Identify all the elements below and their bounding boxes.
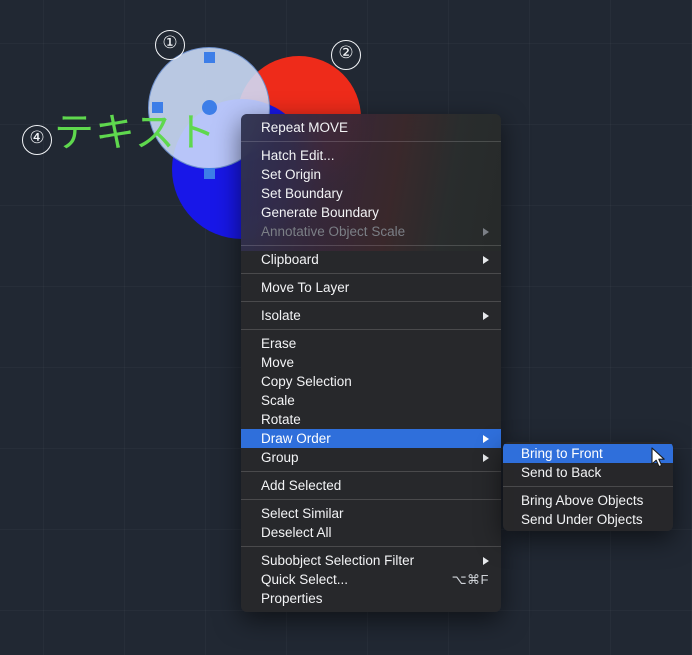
context-menu-separator <box>241 245 501 246</box>
chevron-right-icon <box>483 453 489 462</box>
context-menu-item-draw-order[interactable]: Draw Order <box>241 429 501 448</box>
context-menu-separator <box>241 546 501 547</box>
context-menu-separator <box>241 301 501 302</box>
draw-order-item-send-under-objects[interactable]: Send Under Objects <box>503 510 673 529</box>
context-menu-item-deselect-all[interactable]: Deselect All <box>241 523 501 542</box>
context-menu-separator <box>241 273 501 274</box>
context-menu-item-shortcut: ⌥⌘F <box>451 572 489 587</box>
context-menu-item-clipboard[interactable]: Clipboard <box>241 250 501 269</box>
context-menu-item-label: Isolate <box>261 308 301 323</box>
context-menu-separator <box>241 471 501 472</box>
draw-order-item-send-to-back[interactable]: Send to Back <box>503 463 673 482</box>
context-menu-item-move[interactable]: Move <box>241 353 501 372</box>
context-menu-separator <box>241 329 501 330</box>
context-menu-item-rotate[interactable]: Rotate <box>241 410 501 429</box>
app-canvas-screen: テキスト ① ② ④ Repeat MOVE Hatch Edit... Set O… <box>0 0 692 655</box>
chevron-right-icon <box>483 311 489 320</box>
context-menu-item-label: Erase <box>261 336 297 351</box>
context-menu-item-hatch-edit[interactable]: Hatch Edit... <box>241 146 501 165</box>
context-menu-separator <box>241 499 501 500</box>
grip-center[interactable] <box>202 100 217 115</box>
draw-order-submenu-items: Bring to Front Send to Back Bring Above Ob… <box>503 444 673 529</box>
draw-order-item-label: Bring to Front <box>521 446 603 461</box>
context-menu-item-label: Subobject Selection Filter <box>261 553 415 568</box>
context-menu-item-label: Add Selected <box>261 478 342 493</box>
context-menu-item-label: Set Origin <box>261 167 322 182</box>
context-menu-items: Repeat MOVE Hatch Edit... Set Origin Set Bo… <box>241 114 501 612</box>
grip-left[interactable] <box>152 102 163 113</box>
marker-4: ④ <box>22 125 52 155</box>
chevron-right-icon <box>483 227 489 236</box>
chevron-right-icon <box>483 556 489 565</box>
grip-bottom[interactable] <box>204 168 215 179</box>
context-menu-item-repeat-move[interactable]: Repeat MOVE <box>241 118 501 137</box>
context-menu-item-copy-selection[interactable]: Copy Selection <box>241 372 501 391</box>
context-menu-item-label: Clipboard <box>261 252 319 267</box>
context-menu-separator <box>241 141 501 142</box>
context-menu-item-label: Scale <box>261 393 295 408</box>
context-menu-item-quick-select[interactable]: Quick Select... ⌥⌘F <box>241 570 501 589</box>
context-menu-item-label: Properties <box>261 591 323 606</box>
context-menu-item-properties[interactable]: Properties <box>241 589 501 608</box>
mouse-cursor <box>651 447 665 468</box>
context-menu-item-group[interactable]: Group <box>241 448 501 467</box>
context-menu-item-label: Draw Order <box>261 431 331 446</box>
chevron-right-icon <box>483 434 489 443</box>
context-menu-item-set-boundary[interactable]: Set Boundary <box>241 184 501 203</box>
context-menu-item-label: Deselect All <box>261 525 332 540</box>
context-menu-item-erase[interactable]: Erase <box>241 334 501 353</box>
context-menu-item-label: Repeat MOVE <box>261 120 349 135</box>
draw-order-item-label: Bring Above Objects <box>521 493 644 508</box>
marker-1: ① <box>155 30 185 60</box>
chevron-right-icon <box>483 255 489 264</box>
context-menu-item-label: Hatch Edit... <box>261 148 335 163</box>
draw-order-separator <box>503 486 673 487</box>
context-menu-item-label: Copy Selection <box>261 374 352 389</box>
context-menu-item-isolate[interactable]: Isolate <box>241 306 501 325</box>
draw-order-item-bring-above-objects[interactable]: Bring Above Objects <box>503 491 673 510</box>
context-menu-item-label: Annotative Object Scale <box>261 224 406 239</box>
context-menu-item-label: Set Boundary <box>261 186 343 201</box>
context-menu-item-add-selected[interactable]: Add Selected <box>241 476 501 495</box>
context-menu-item-label: Move To Layer <box>261 280 350 295</box>
marker-2: ② <box>331 40 361 70</box>
draw-order-item-bring-to-front[interactable]: Bring to Front <box>503 444 673 463</box>
context-menu-item-label: Select Similar <box>261 506 344 521</box>
context-menu-item-select-similar[interactable]: Select Similar <box>241 504 501 523</box>
draw-order-item-label: Send to Back <box>521 465 602 480</box>
context-menu-item-label: Move <box>261 355 295 370</box>
context-menu-item-subobject-selection-filter[interactable]: Subobject Selection Filter <box>241 551 501 570</box>
canvas-text-object[interactable]: テキスト <box>54 113 217 153</box>
context-menu-item-label: Group <box>261 450 299 465</box>
context-menu-item-scale[interactable]: Scale <box>241 391 501 410</box>
context-menu-item-label: Quick Select... <box>261 572 349 587</box>
draw-order-submenu[interactable]: Bring to Front Send to Back Bring Above Ob… <box>503 442 673 531</box>
context-menu-item-set-origin[interactable]: Set Origin <box>241 165 501 184</box>
grip-top[interactable] <box>204 52 215 63</box>
context-menu-item-generate-boundary[interactable]: Generate Boundary <box>241 203 501 222</box>
context-menu-item-annotative-object-scale: Annotative Object Scale <box>241 222 501 241</box>
draw-order-item-label: Send Under Objects <box>521 512 643 527</box>
context-menu-item-label: Rotate <box>261 412 301 427</box>
context-menu[interactable]: Repeat MOVE Hatch Edit... Set Origin Set Bo… <box>241 114 501 612</box>
context-menu-item-label: Generate Boundary <box>261 205 379 220</box>
context-menu-item-move-to-layer[interactable]: Move To Layer <box>241 278 501 297</box>
